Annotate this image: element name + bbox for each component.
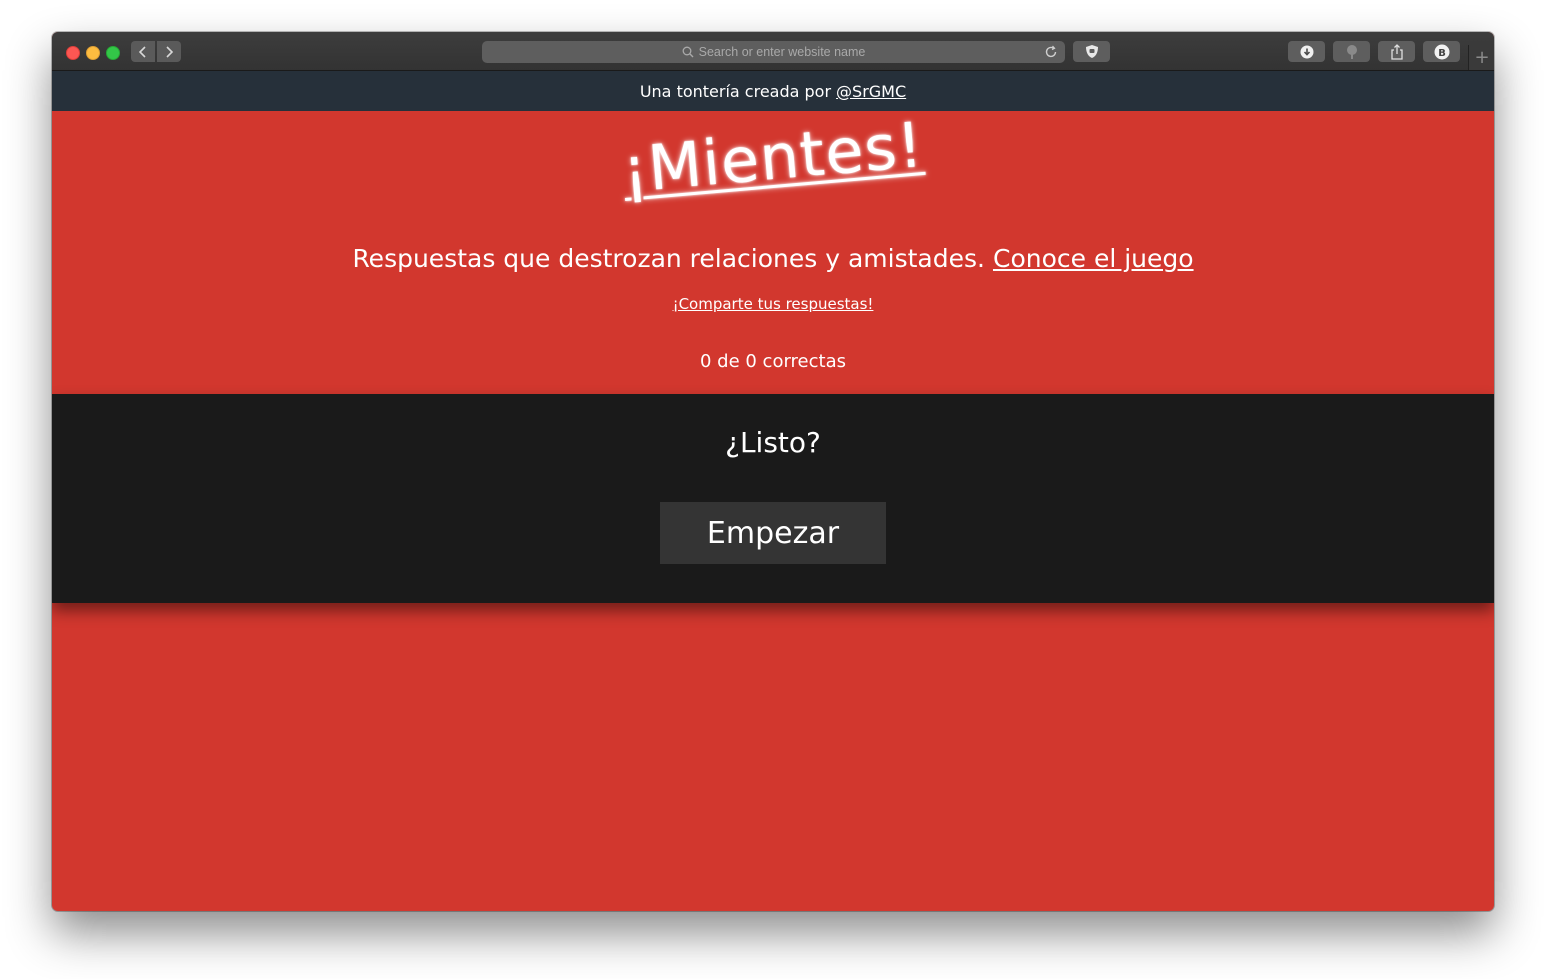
- account-avatar-icon: B: [1434, 44, 1449, 59]
- logo-text: ¡Mientes!: [619, 107, 927, 208]
- share-answers: ¡Comparte tus respuestas!: [52, 295, 1494, 313]
- browser-window: Search or enter website name B + Una ton…: [52, 32, 1494, 911]
- share-icon: [1390, 43, 1403, 60]
- ready-prompt: ¿Listo?: [725, 426, 821, 459]
- download-icon: [1300, 45, 1313, 58]
- hero-section: ¡Mientes! Respuestas que destrozan relac…: [52, 108, 1494, 394]
- share-answers-link[interactable]: ¡Comparte tus respuestas!: [673, 295, 874, 313]
- author-link[interactable]: @SrGMC: [836, 82, 906, 101]
- account-button[interactable]: B: [1423, 41, 1460, 62]
- downloads-button[interactable]: [1288, 41, 1325, 62]
- chevron-right-icon: [166, 45, 174, 58]
- start-button[interactable]: Empezar: [660, 502, 886, 564]
- browser-toolbar: Search or enter website name B +: [52, 32, 1494, 71]
- credit-bar: Una tontería creada por @SrGMC: [52, 71, 1494, 111]
- game-panel: ¿Listo? Empezar: [52, 394, 1494, 603]
- tagline: Respuestas que destrozan relaciones y am…: [52, 244, 1494, 273]
- search-icon: [682, 46, 694, 58]
- maximize-window-button[interactable]: [106, 46, 120, 60]
- forward-button[interactable]: [157, 41, 181, 62]
- site-logo[interactable]: ¡Mientes!: [52, 108, 1494, 207]
- address-bar[interactable]: Search or enter website name: [482, 41, 1065, 63]
- learn-game-link[interactable]: Conoce el juego: [993, 244, 1194, 273]
- new-tab-button[interactable]: +: [1468, 45, 1494, 70]
- minimize-window-button[interactable]: [86, 46, 100, 60]
- pin-icon: [1346, 44, 1357, 59]
- tagline-text: Respuestas que destrozan relaciones y am…: [352, 244, 985, 273]
- score-counter: 0 de 0 correctas: [699, 351, 846, 372]
- share-button[interactable]: [1378, 41, 1415, 62]
- shield-icon: [1085, 45, 1098, 58]
- reload-icon[interactable]: [1043, 44, 1059, 60]
- close-window-button[interactable]: [66, 46, 80, 60]
- bookmark-pin-button[interactable]: [1333, 41, 1370, 62]
- account-initial: B: [1438, 48, 1446, 59]
- back-button[interactable]: [131, 41, 155, 62]
- ublock-extension-button[interactable]: [1073, 41, 1110, 62]
- credit-text: Una tontería creada por: [639, 81, 832, 101]
- chevron-left-icon: [138, 45, 146, 58]
- address-placeholder: Search or enter website name: [698, 45, 866, 59]
